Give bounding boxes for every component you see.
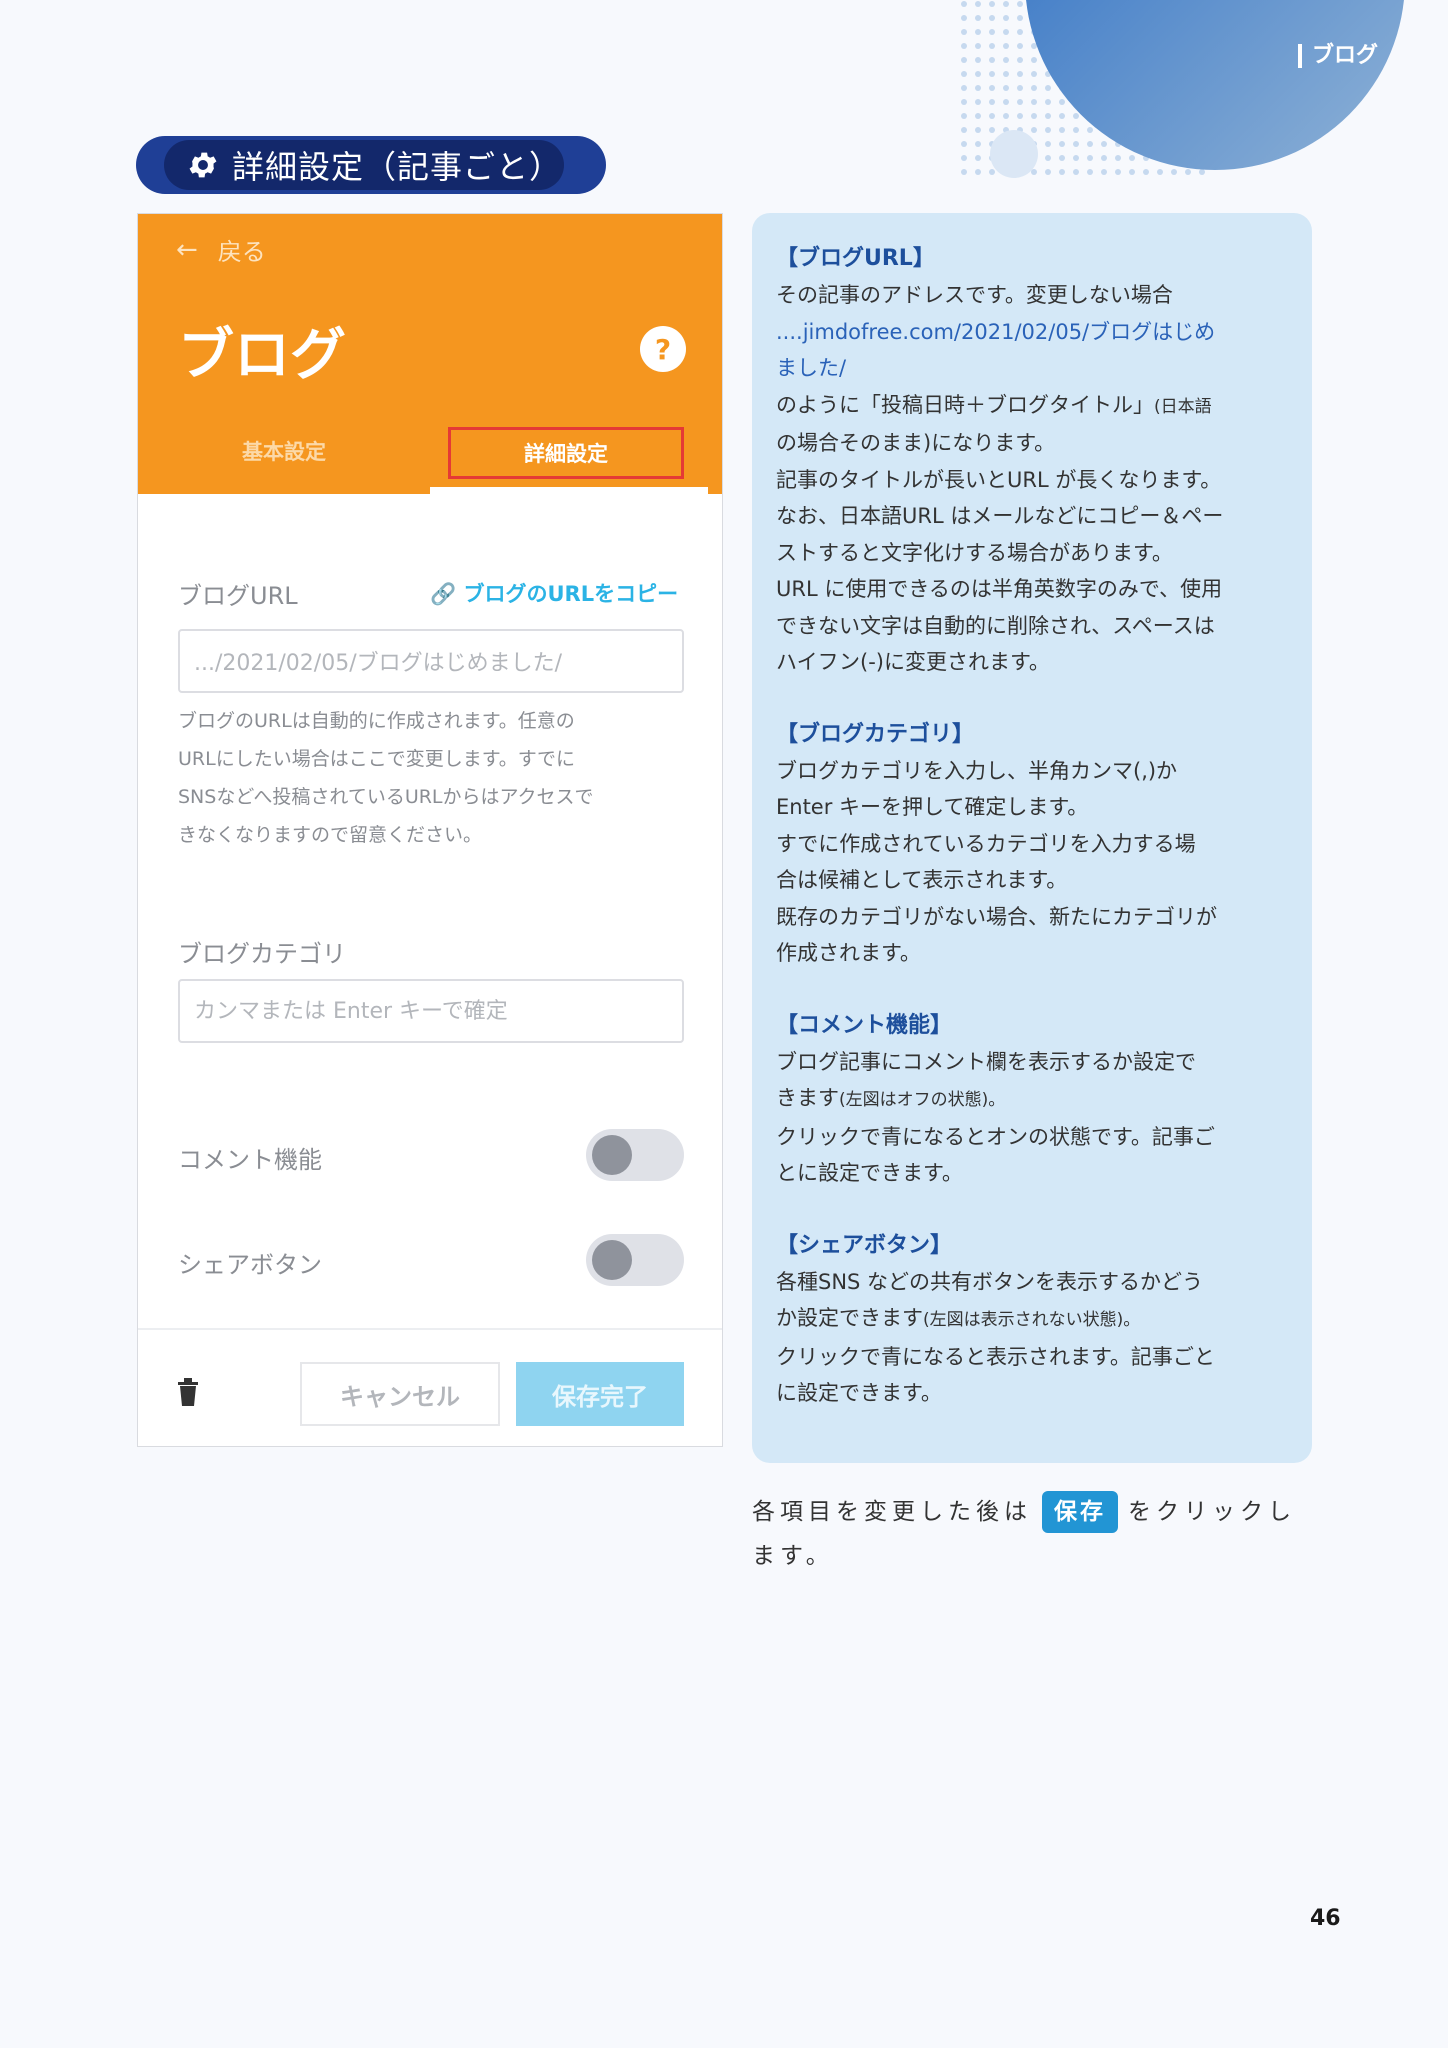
explain-text: きます [776, 1086, 839, 1110]
save-complete-button[interactable]: 保存完了 [516, 1362, 684, 1426]
explain-line: URL に使用できるのは半角英数字のみで、使用 [776, 577, 1223, 601]
panel-title: ブログ [178, 323, 346, 388]
toggle-knob [592, 1135, 632, 1175]
blog-url-label: ブログURL [178, 582, 298, 610]
explain-line: Enter キーを押して確定します。 [776, 795, 1089, 819]
category-input[interactable] [178, 979, 684, 1043]
back-link[interactable]: ← 戻る [176, 232, 266, 267]
explain-line: 記事のタイトルが長いとURL が長くなります。 [776, 467, 1222, 492]
explain-small-text: (日本語 [1154, 396, 1212, 417]
url-note-line: きなくなりますので留意ください。 [178, 824, 483, 846]
explain-line: ブログ記事にコメント欄を表示するか設定で [776, 1049, 1196, 1074]
explain-heading: 【コメント機能】 [776, 1012, 953, 1038]
page-number: 46 [1310, 1906, 1341, 1931]
section-title: 詳細設定（記事ごと） [232, 148, 563, 186]
explain-heading: 【シェアボタン】 [776, 1232, 953, 1258]
help-icon[interactable]: ? [640, 326, 686, 372]
section-heading: 詳細設定（記事ごと） [136, 136, 606, 194]
explain-heading: 【ブログURL】 [776, 246, 935, 271]
explain-line: できない文字は自動的に削除され、スペースは [776, 613, 1215, 638]
bottom-text-before: 各項目を変更した後は [752, 1499, 1032, 1525]
explain-small-text: (左図は表示されない状態)。 [923, 1310, 1141, 1330]
explain-line: の場合そのまま)になります。 [776, 431, 1056, 455]
explain-small-text: (左図はオフの状態)。 [839, 1090, 1006, 1110]
toggle-knob [592, 1240, 632, 1280]
panel-header: ← 戻る ブログ ? 基本設定 詳細設定 [138, 214, 722, 494]
comment-toggle[interactable] [586, 1129, 684, 1181]
trash-icon[interactable] [176, 1377, 200, 1407]
explain-heading: 【ブログカテゴリ】 [776, 721, 975, 747]
explain-line: きます(左図はオフの状態)。 [776, 1080, 1290, 1119]
explain-line: 既存のカテゴリがない場合、新たにカテゴリが [776, 904, 1217, 929]
bottom-text-line2: ます。 [752, 1543, 834, 1569]
copy-url-link[interactable]: 🔗 ブログのURLをコピー [430, 578, 678, 608]
explain-line: すでに作成されているカテゴリを入力する場 [776, 831, 1196, 856]
gear-icon [189, 152, 217, 178]
explain-line: に設定できます。 [776, 1381, 942, 1405]
explain-category: 【ブログカテゴリ】 ブログカテゴリを入力し、半角カンマ(,)か Enter キー… [776, 717, 1290, 972]
explain-line: 合は候補として表示されます。 [776, 868, 1068, 892]
tab-basic-settings[interactable]: 基本設定 [242, 436, 326, 466]
section-label: ブログ [1298, 44, 1378, 68]
active-tab-indicator [430, 487, 708, 494]
explain-line: 各種SNS などの共有ボタンを表示するかどう [776, 1269, 1204, 1294]
explain-line: 作成されます。 [776, 941, 921, 965]
explain-line: ブログカテゴリを入力し、半角カンマ(,)か [776, 758, 1178, 783]
save-chip: 保存 [1042, 1491, 1118, 1533]
url-note-line: ブログのURLは自動的に作成されます。任意の [178, 710, 575, 732]
explain-text: のように「投稿日時＋ブログタイトル」 [776, 392, 1154, 417]
explain-line: クリックで青になると表示されます。記事ごと [776, 1344, 1215, 1369]
explain-line: か設定できます(左図は表示されない状態)。 [776, 1300, 1290, 1339]
explanation-box: 【ブログURL】 その記事のアドレスです。変更しない場合 ....jimdofr… [752, 213, 1312, 1463]
explain-line: ストすると文字化けする場合があります。 [776, 540, 1173, 565]
category-label: ブログカテゴリ [178, 940, 346, 968]
footer-divider [138, 1328, 722, 1330]
blog-url-input[interactable] [178, 629, 684, 693]
url-note-line: URLにしたい場合はここで変更します。すでに [178, 748, 575, 770]
corner-decoration [960, 0, 1404, 180]
tab-advanced-settings[interactable]: 詳細設定 [448, 427, 684, 479]
explain-share: 【シェアボタン】 各種SNS などの共有ボタンを表示するかどう か設定できます(… [776, 1228, 1290, 1412]
url-note-line: SNSなどへ投稿されているURLからはアクセスで [178, 786, 594, 808]
explain-line: その記事のアドレスです。変更しない場合 [776, 283, 1173, 307]
explain-line: ハイフン(-)に変更されます。 [776, 650, 1050, 674]
cancel-button[interactable]: キャンセル [300, 1362, 500, 1426]
explain-url-line: ....jimdofree.com/2021/02/05/ブログはじめ [776, 319, 1216, 344]
back-label: 戻る [217, 238, 266, 266]
explain-line: のように「投稿日時＋ブログタイトル」(日本語 [776, 387, 1290, 426]
url-note: ブログのURLは自動的に作成されます。任意の URLにしたい場合はここで変更しま… [178, 702, 688, 854]
back-arrow-icon: ← [176, 234, 198, 265]
explain-blog-url: 【ブログURL】 その記事のアドレスです。変更しない場合 ....jimdofr… [776, 241, 1290, 681]
explain-line: とに設定できます。 [776, 1161, 963, 1185]
blog-settings-panel: ← 戻る ブログ ? 基本設定 詳細設定 ブログURL 🔗 ブログのURLをコピ… [137, 213, 723, 1447]
share-label: シェアボタン [178, 1251, 322, 1279]
comment-label: コメント機能 [178, 1146, 322, 1174]
explain-line: なお、日本語URL はメールなどにコピー＆ペー [776, 504, 1224, 528]
explain-line: クリックで青になるとオンの状態です。記事ご [776, 1124, 1215, 1149]
explain-comment: 【コメント機能】 ブログ記事にコメント欄を表示するか設定で きます(左図はオフの… [776, 1008, 1290, 1192]
bottom-text-after: をクリックし [1128, 1499, 1296, 1525]
link-icon: 🔗 [430, 582, 457, 606]
explain-url-line: ました/ [776, 356, 847, 380]
explain-text: か設定できます [776, 1306, 923, 1330]
bottom-instruction: 各項目を変更した後は 保存 をクリックし ます。 [752, 1490, 1312, 1578]
share-toggle[interactable] [586, 1234, 684, 1286]
copy-url-label: ブログのURLをコピー [463, 582, 679, 606]
